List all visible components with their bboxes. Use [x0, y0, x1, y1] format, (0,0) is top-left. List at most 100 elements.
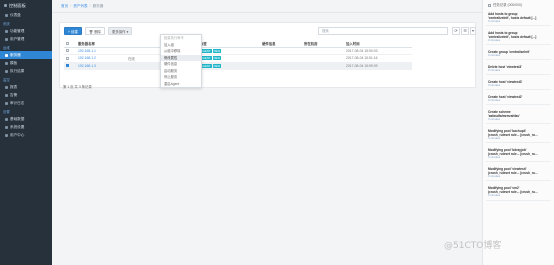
task-meta: 3 minutes: [488, 155, 501, 160]
sidebar-item[interactable]: 告警: [0, 91, 52, 99]
refresh-icon[interactable]: ⟳: [452, 27, 460, 35]
sidebar-item-label: 报表: [10, 85, 18, 89]
task-item[interactable]: Create host 'viewtest2' 3 minutes: [486, 93, 551, 106]
col-group[interactable]: [126, 40, 164, 48]
sidebar-section-title: 系统: [3, 22, 10, 26]
sidebar-item[interactable]: 用户管理: [0, 35, 52, 43]
task-item[interactable]: Modifying pool 'vm2' (crush_ruleset rule.…: [486, 185, 551, 201]
server-icon: [5, 53, 8, 57]
breadcrumb-current: 服务器: [92, 4, 104, 8]
sidebar-item-label: 基础数据: [10, 117, 25, 121]
sidebar-item[interactable]: 模板: [0, 59, 52, 67]
col-room[interactable]: 所在机房: [302, 40, 344, 48]
row-select-cell[interactable]: [64, 62, 76, 70]
sidebar-item[interactable]: 审计日志: [0, 99, 52, 107]
task-meta: 3 minutes: [488, 97, 501, 102]
sidebar-section-title: 运维: [3, 46, 10, 50]
table-row[interactable]: 192.168.1.3在线AGENTNEW2017-08-04 15:59:09: [64, 62, 412, 70]
delete-button[interactable]: 🗑 删除: [84, 27, 105, 35]
table-row[interactable]: 192.168.1.2 在线 AGENT NEW 2017-08-04 15:51:16: [64, 54, 412, 63]
delete-icon: 🗑: [88, 30, 94, 34]
batch-actions-label: 更多操作: [112, 30, 126, 34]
room-cell: [302, 54, 344, 63]
tag-badge: NEW: [212, 63, 222, 68]
tags-cell: AGENT NEW: [198, 47, 260, 55]
table-row[interactable]: 192.168.1.1 AGENT NEW 2017-08-04 15:50:03: [64, 47, 412, 55]
hardware-cell: [260, 62, 302, 70]
select-all-cell[interactable]: [64, 40, 76, 48]
breadcrumb-assets[interactable]: 资产列表: [73, 4, 87, 8]
task-meta: 3 minutes: [488, 136, 501, 141]
search-input[interactable]: 搜索: [318, 27, 448, 35]
sidebar-item[interactable]: 系统设置: [0, 123, 52, 131]
row-select-cell[interactable]: [64, 54, 76, 63]
task-item[interactable]: Modifying pool 'bdrayjob' (crush_ruleset …: [486, 147, 551, 163]
row-checkbox[interactable]: [66, 64, 69, 68]
app-root: 控制面板 仪表盘 系统 功能管理 用户管理 运维 服务器 模板 执行结果 监控 报表 告警 审计日志设…: [0, 0, 554, 265]
server-name-link[interactable]: 192.168.1.1: [76, 47, 126, 55]
menu-item[interactable]: 重启Agent: [161, 81, 201, 88]
breadcrumb-home[interactable]: 首页: [61, 4, 68, 8]
task-item[interactable]: Create group 'centralizeInit' 3 minutes: [486, 48, 551, 60]
tags-cell: AGENT NEW: [198, 54, 260, 63]
col-tags[interactable]: 标签: [198, 40, 260, 48]
server-panel: + 创建 🗑 删除 更多操作▾ 搜索 ⟳ ☰ ▾ 服务器名称 状态 标签 硬件信…: [59, 22, 476, 88]
col-time[interactable]: 加入时间: [344, 40, 412, 48]
module-icon: [5, 29, 8, 33]
sidebar-item-label: 功能管理: [10, 29, 25, 33]
col-hardware[interactable]: 硬件信息: [260, 40, 302, 48]
pagination-info: 第 1 页 共 3 条记录: [63, 85, 92, 89]
task-item[interactable]: Modifying pool 'bachup4' (crush_ruleset r…: [486, 128, 551, 144]
sidebar-item[interactable]: 报表: [0, 83, 52, 91]
sidebar-item-label: 仪表盘: [10, 13, 21, 17]
sidebar-item[interactable]: 服务器: [0, 51, 52, 59]
batch-actions-button[interactable]: 更多操作▾: [108, 27, 133, 35]
template-icon: [5, 61, 8, 65]
grid-icon[interactable]: ▾: [470, 27, 476, 35]
table-header-row: 服务器名称 状态 标签 硬件信息 所在机房 加入时间: [64, 40, 412, 48]
toolbar: + 创建 🗑 删除 更多操作▾: [64, 27, 134, 35]
task-meta: 3 minutes: [488, 82, 501, 87]
server-name-link[interactable]: 192.168.1.2: [76, 54, 126, 63]
table-body: 192.168.1.1 AGENT NEW 2017-08-04 15:50:03 19…: [64, 47, 412, 70]
task-meta: 3 minutes: [488, 37, 501, 42]
col-name[interactable]: 服务器名称: [76, 40, 126, 48]
sidebar-item[interactable]: 基础数据: [0, 115, 52, 123]
sidebar-item-label: 执行结果: [10, 69, 25, 73]
task-item[interactable]: Add hosts to group'centralizeInit', host…: [486, 29, 551, 45]
columns-icon[interactable]: ☰: [461, 27, 469, 35]
task-item[interactable]: Create scheme'asfasdfa/mrmrahfas' 3 minut…: [486, 109, 551, 125]
task-item[interactable]: Create host 'viewtest3' 3 minutes: [486, 78, 551, 90]
server-name-link[interactable]: 192.168.1.3: [76, 62, 126, 70]
sidebar-item[interactable]: 用户中心: [0, 131, 52, 139]
brand[interactable]: 控制面板: [0, 0, 52, 11]
sidebar-item[interactable]: 功能管理: [0, 27, 52, 35]
audit-icon: [5, 101, 8, 105]
group-cell: [126, 62, 164, 70]
task-icon: [488, 3, 491, 7]
hardware-cell: [260, 54, 302, 63]
row-select-cell[interactable]: [64, 47, 76, 55]
select-all-checkbox[interactable]: [66, 41, 69, 45]
task-item[interactable]: Modifying pool 'viewtesti' (crush_ruleset…: [486, 166, 551, 182]
result-icon: [5, 69, 8, 73]
task-meta: 3 minutes: [488, 67, 501, 72]
user-icon: [5, 37, 8, 41]
hardware-cell: [260, 47, 302, 55]
task-item[interactable]: Add hosts to group'centralizeInit', host…: [486, 10, 551, 26]
brand-label: 控制面板: [9, 3, 26, 8]
time-cell: 2017-08-04 15:50:03: [344, 47, 412, 55]
task-item[interactable]: Delete host 'viewtest3' 3 minutes: [486, 63, 551, 75]
sidebar-item[interactable]: 仪表盘: [0, 11, 52, 19]
create-button[interactable]: + 创建: [64, 27, 82, 35]
sidebar-item-label: 系统设置: [10, 125, 25, 129]
room-cell: [302, 47, 344, 55]
group-cell: [126, 47, 164, 55]
dashboard-icon: [5, 13, 8, 17]
sidebar-item[interactable]: 执行结果: [0, 67, 52, 75]
row-checkbox[interactable]: [66, 49, 69, 53]
task-panel-title: 任务记录 (000/000): [493, 3, 523, 7]
tag-badge: NEW: [212, 48, 222, 53]
row-checkbox[interactable]: [66, 56, 69, 60]
sidebar-item-label: 审计日志: [10, 101, 25, 105]
